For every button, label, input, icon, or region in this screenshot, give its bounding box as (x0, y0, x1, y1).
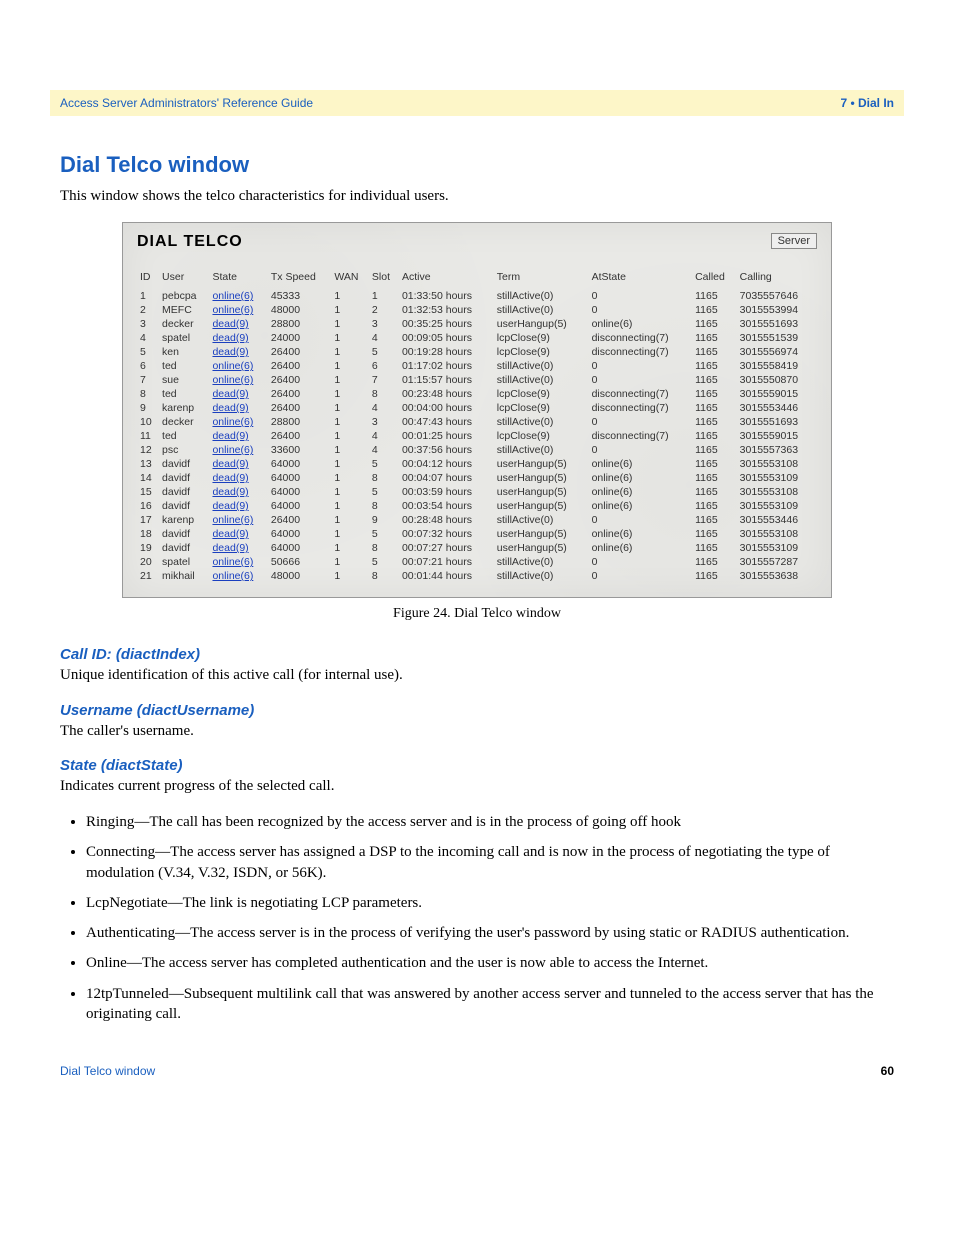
figure-caption: Figure 24. Dial Telco window (122, 606, 832, 622)
server-button[interactable]: Server (771, 233, 817, 249)
col-term: Term (494, 269, 589, 289)
table-row: 21mikhailonline(6)480001800:01:44 hourss… (137, 569, 817, 583)
table-row: 14davidfdead(9)640001800:04:07 hoursuser… (137, 471, 817, 485)
header-right: 7 • Dial In (840, 96, 894, 110)
section-text: Indicates current progress of the select… (60, 776, 894, 796)
table-row: 18davidfdead(9)640001500:07:32 hoursuser… (137, 527, 817, 541)
table-row: 6tedonline(6)264001601:17:02 hoursstillA… (137, 359, 817, 373)
col-called: Called (692, 269, 737, 289)
table-row: 1pebcpaonline(6)453331101:33:50 hourssti… (137, 289, 817, 303)
state-link[interactable]: dead(9) (212, 486, 248, 498)
col-slot: Slot (369, 269, 399, 289)
table-row: 13davidfdead(9)640001500:04:12 hoursuser… (137, 457, 817, 471)
state-link[interactable]: online(6) (212, 360, 253, 372)
footer-page-number: 60 (881, 1064, 894, 1078)
window-title: DIAL TELCO (137, 233, 243, 251)
figure-container: DIAL TELCO Server IDUserStateTx SpeedWAN… (122, 222, 832, 622)
state-link[interactable]: online(6) (212, 304, 253, 316)
state-bullet-list: Ringing—The call has been recognized by … (60, 812, 894, 1024)
col-calling: Calling (737, 269, 817, 289)
col-active: Active (399, 269, 494, 289)
section-heading: State (diactState) (60, 757, 894, 774)
state-link[interactable]: dead(9) (212, 430, 248, 442)
state-link[interactable]: online(6) (212, 374, 253, 386)
section-text: Unique identification of this active cal… (60, 665, 894, 685)
state-link[interactable]: dead(9) (212, 472, 248, 484)
list-item: Authenticating—The access server is in t… (86, 923, 894, 943)
col-atstate: AtState (589, 269, 693, 289)
state-link[interactable]: dead(9) (212, 528, 248, 540)
section-heading: Call ID: (diactIndex) (60, 646, 894, 663)
table-row: 7sueonline(6)264001701:15:57 hoursstillA… (137, 373, 817, 387)
state-link[interactable]: online(6) (212, 416, 253, 428)
table-row: 11teddead(9)264001400:01:25 hourslcpClos… (137, 429, 817, 443)
dial-telco-window: DIAL TELCO Server IDUserStateTx SpeedWAN… (122, 222, 832, 598)
table-row: 4spateldead(9)240001400:09:05 hourslcpCl… (137, 331, 817, 345)
table-row: 3deckerdead(9)288001300:35:25 hoursuserH… (137, 317, 817, 331)
col-id: ID (137, 269, 159, 289)
state-link[interactable]: online(6) (212, 444, 253, 456)
state-link[interactable]: dead(9) (212, 500, 248, 512)
table-row: 16davidfdead(9)640001800:03:54 hoursuser… (137, 499, 817, 513)
table-row: 8teddead(9)264001800:23:48 hourslcpClose… (137, 387, 817, 401)
table-row: 15davidfdead(9)640001500:03:59 hoursuser… (137, 485, 817, 499)
table-row: 20spatelonline(6)506661500:07:21 hoursst… (137, 555, 817, 569)
table-row: 9karenpdead(9)264001400:04:00 hourslcpCl… (137, 401, 817, 415)
state-link[interactable]: online(6) (212, 570, 253, 582)
col-wan: WAN (331, 269, 369, 289)
list-item: Ringing—The call has been recognized by … (86, 812, 894, 832)
state-link[interactable]: dead(9) (212, 346, 248, 358)
state-link[interactable]: online(6) (212, 514, 253, 526)
list-item: 12tpTunneled—Subsequent multilink call t… (86, 984, 894, 1025)
page-header: Access Server Administrators' Reference … (50, 90, 904, 116)
list-item: LcpNegotiate—The link is negotiating LCP… (86, 893, 894, 913)
section-heading: Username (diactUsername) (60, 702, 894, 719)
col-tx-speed: Tx Speed (268, 269, 332, 289)
table-row: 5kendead(9)264001500:19:28 hourslcpClose… (137, 345, 817, 359)
state-link[interactable]: dead(9) (212, 332, 248, 344)
table-row: 12psconline(6)336001400:37:56 hoursstill… (137, 443, 817, 457)
state-link[interactable]: online(6) (212, 290, 253, 302)
list-item: Connecting—The access server has assigne… (86, 842, 894, 883)
state-link[interactable]: dead(9) (212, 458, 248, 470)
telco-table: IDUserStateTx SpeedWANSlotActiveTermAtSt… (137, 269, 817, 583)
table-row: 2MEFConline(6)480001201:32:53 hoursstill… (137, 303, 817, 317)
state-link[interactable]: dead(9) (212, 402, 248, 414)
intro-text: This window shows the telco characterist… (60, 186, 894, 206)
table-row: 10deckeronline(6)288001300:47:43 hoursst… (137, 415, 817, 429)
header-left: Access Server Administrators' Reference … (60, 96, 313, 110)
table-row: 17karenponline(6)264001900:28:48 hoursst… (137, 513, 817, 527)
state-link[interactable]: dead(9) (212, 388, 248, 400)
footer-left: Dial Telco window (60, 1064, 155, 1078)
state-link[interactable]: online(6) (212, 556, 253, 568)
state-link[interactable]: dead(9) (212, 542, 248, 554)
table-row: 19davidfdead(9)640001800:07:27 hoursuser… (137, 541, 817, 555)
col-user: User (159, 269, 209, 289)
state-link[interactable]: dead(9) (212, 318, 248, 330)
col-state: State (209, 269, 267, 289)
page-footer: Dial Telco window 60 (60, 1064, 894, 1078)
section-text: The caller's username. (60, 721, 894, 741)
list-item: Online—The access server has completed a… (86, 953, 894, 973)
page-title: Dial Telco window (60, 152, 894, 178)
